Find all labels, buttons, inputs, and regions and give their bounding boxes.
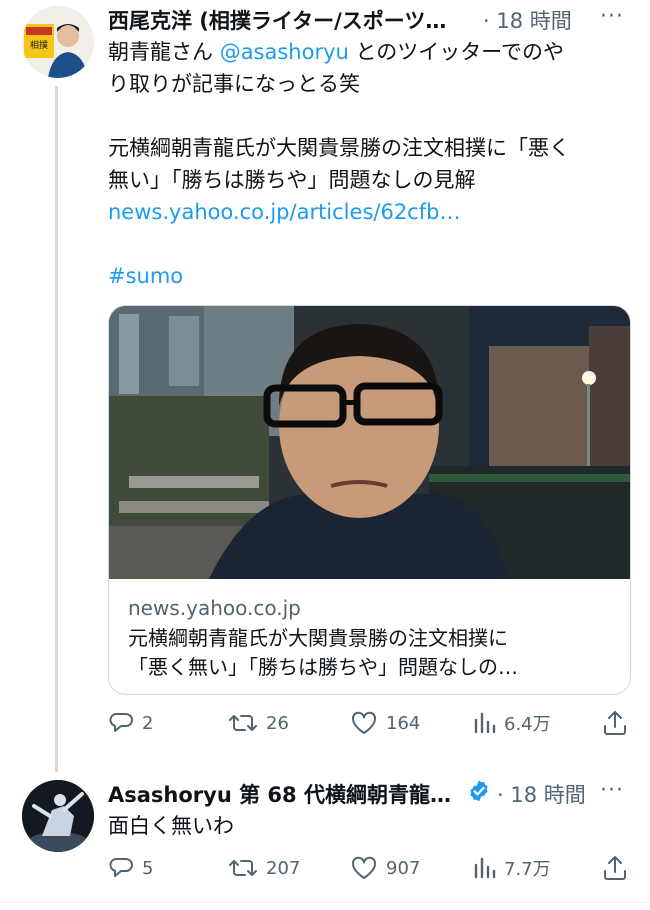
card-title-line: 元横綱朝青龍氏が大関貴景勝の注文相撲に bbox=[128, 626, 508, 650]
tweet-text: 面白く無いわ bbox=[108, 814, 234, 838]
link-card[interactable]: news.yahoo.co.jp 元横綱朝青龍氏が大関貴景勝の注文相撲に 「悪く… bbox=[108, 305, 631, 695]
view-count: 6.4万 bbox=[504, 714, 551, 735]
share-button[interactable] bbox=[602, 709, 628, 737]
reply-button[interactable]: 5 bbox=[108, 855, 153, 881]
share-icon bbox=[604, 711, 626, 735]
reply-count: 2 bbox=[142, 712, 154, 734]
view-count: 7.7万 bbox=[504, 859, 551, 880]
avatar-sign-text: 相撲 bbox=[30, 39, 48, 51]
like-button[interactable]: 164 bbox=[350, 710, 420, 736]
retweet-button[interactable]: 26 bbox=[228, 710, 289, 736]
avatar-image: 相撲 bbox=[22, 6, 94, 78]
card-domain: news.yahoo.co.jp bbox=[128, 596, 301, 620]
card-image bbox=[109, 306, 630, 579]
author-name[interactable]: Asashoryu 第 68 代横綱朝青龍… bbox=[108, 779, 451, 809]
retweet-count: 207 bbox=[266, 857, 301, 879]
share-button[interactable] bbox=[602, 854, 628, 882]
article-link[interactable]: news.yahoo.co.jp/articles/62cfb… bbox=[108, 196, 628, 228]
mention-link[interactable]: @asashoryu bbox=[220, 40, 349, 64]
tweet-text-line: 元横綱朝青龍氏が大関貴景勝の注文相撲に「悪く bbox=[108, 136, 570, 160]
like-count: 907 bbox=[386, 857, 421, 879]
retweet-icon bbox=[229, 715, 257, 731]
tweet-text: 朝青龍さん @asashoryu とのツイッターでのや り取りが記事になっとる笑… bbox=[108, 36, 628, 292]
retweet-button[interactable]: 207 bbox=[228, 855, 300, 881]
like-count: 164 bbox=[386, 712, 421, 734]
share-icon bbox=[604, 856, 626, 880]
hashtag-link[interactable]: #sumo bbox=[108, 260, 628, 292]
tweet-text-suffix: とのツイッターでのや bbox=[348, 40, 565, 64]
views-button[interactable]: 6.4万 bbox=[472, 710, 551, 736]
reply-icon bbox=[109, 858, 133, 877]
avatar[interactable]: 相撲 bbox=[22, 6, 94, 78]
timestamp[interactable]: · 18 時間 bbox=[483, 5, 572, 35]
more-options-icon[interactable]: ··· bbox=[600, 4, 624, 29]
divider bbox=[0, 902, 650, 903]
views-button[interactable]: 7.7万 bbox=[472, 855, 551, 881]
retweet-icon bbox=[229, 860, 257, 876]
analytics-icon bbox=[474, 712, 496, 734]
card-title-line: 「悪く無い」「勝ちは勝ちや」問題なしの… bbox=[128, 655, 518, 679]
thread-connector bbox=[55, 86, 58, 772]
more-options-icon[interactable]: ··· bbox=[600, 778, 624, 803]
avatar[interactable] bbox=[22, 780, 94, 852]
like-button[interactable]: 907 bbox=[350, 855, 420, 881]
tweet-text-prefix: 朝青龍さん bbox=[108, 40, 220, 64]
tweet-text-line: り取りが記事になっとる笑 bbox=[108, 72, 360, 96]
verified-badge-icon bbox=[470, 780, 488, 802]
reply-count: 5 bbox=[142, 857, 154, 879]
heart-icon bbox=[351, 856, 377, 879]
reply-icon bbox=[109, 713, 133, 732]
reply-button[interactable]: 2 bbox=[108, 710, 153, 736]
timestamp[interactable]: · 18 時間 bbox=[497, 779, 586, 809]
avatar-image bbox=[22, 780, 94, 852]
retweet-count: 26 bbox=[266, 712, 289, 734]
analytics-icon bbox=[474, 857, 496, 879]
tweet-text-line: 無い」「勝ちは勝ちや」問題なしの見解 bbox=[108, 168, 476, 192]
heart-icon bbox=[351, 711, 377, 734]
author-name[interactable]: 西尾克洋 (相撲ライター/スポーツ… bbox=[108, 5, 446, 35]
